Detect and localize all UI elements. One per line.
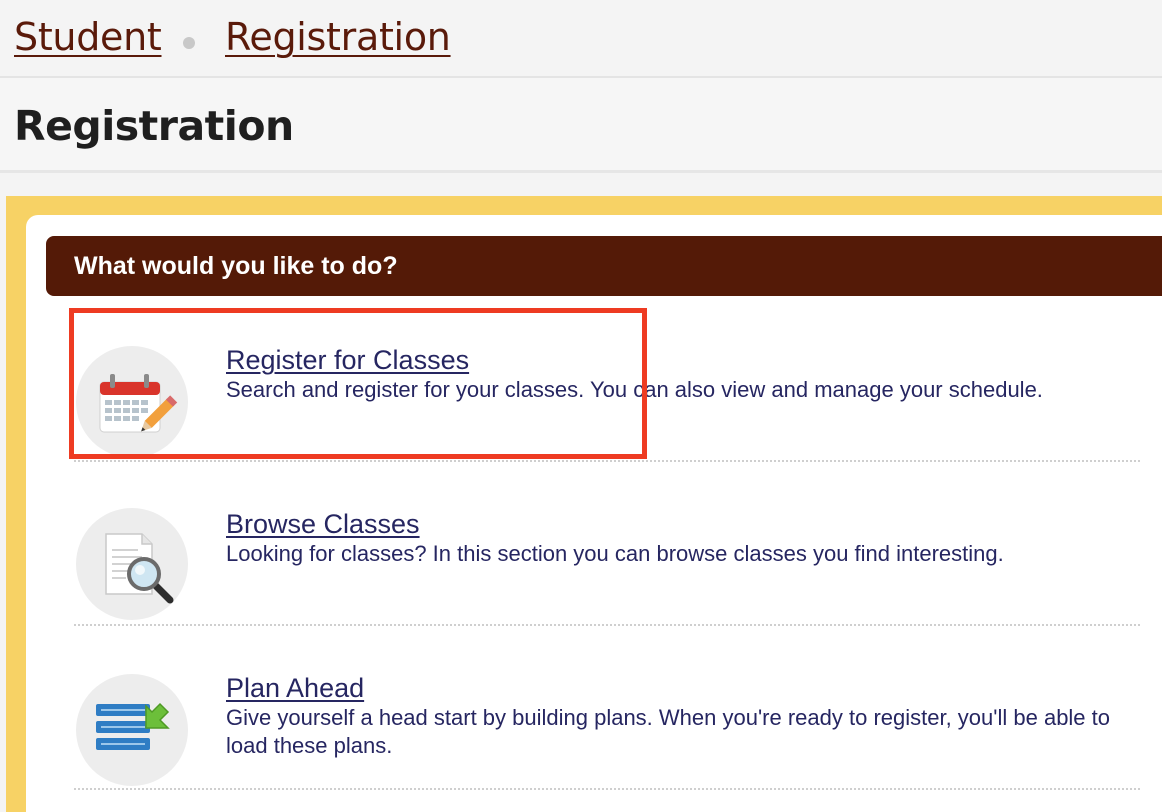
page-title-bar: Registration (0, 78, 1162, 173)
plan-ahead-link[interactable]: Plan Ahead (226, 672, 364, 704)
page-title: Registration (14, 102, 294, 150)
breadcrumb: Student Registration (0, 0, 1162, 78)
breadcrumb-registration-link[interactable]: Registration (225, 14, 451, 60)
option-browse-classes: Browse Classes Looking for classes? In t… (74, 462, 1140, 626)
plan-ahead-description: Give yourself a head start by building p… (226, 705, 1111, 758)
browse-classes-link[interactable]: Browse Classes (226, 508, 420, 540)
panel-header-title: What would you like to do? (74, 252, 398, 280)
document-magnifier-icon[interactable] (76, 508, 188, 620)
panel-header: What would you like to do? (46, 236, 1162, 296)
calendar-pencil-icon[interactable] (76, 346, 188, 458)
breadcrumb-student-link[interactable]: Student (14, 14, 162, 60)
list-arrow-icon[interactable] (76, 674, 188, 786)
register-for-classes-description: Search and register for your classes. Yo… (226, 377, 1043, 402)
option-register-for-classes: Register for Classes Search and register… (74, 298, 1140, 462)
breadcrumb-separator-dot (183, 37, 195, 49)
register-for-classes-link[interactable]: Register for Classes (226, 344, 469, 376)
browse-classes-description: Looking for classes? In this section you… (226, 541, 1004, 566)
option-plan-ahead: Plan Ahead Give yourself a head start by… (74, 626, 1140, 790)
